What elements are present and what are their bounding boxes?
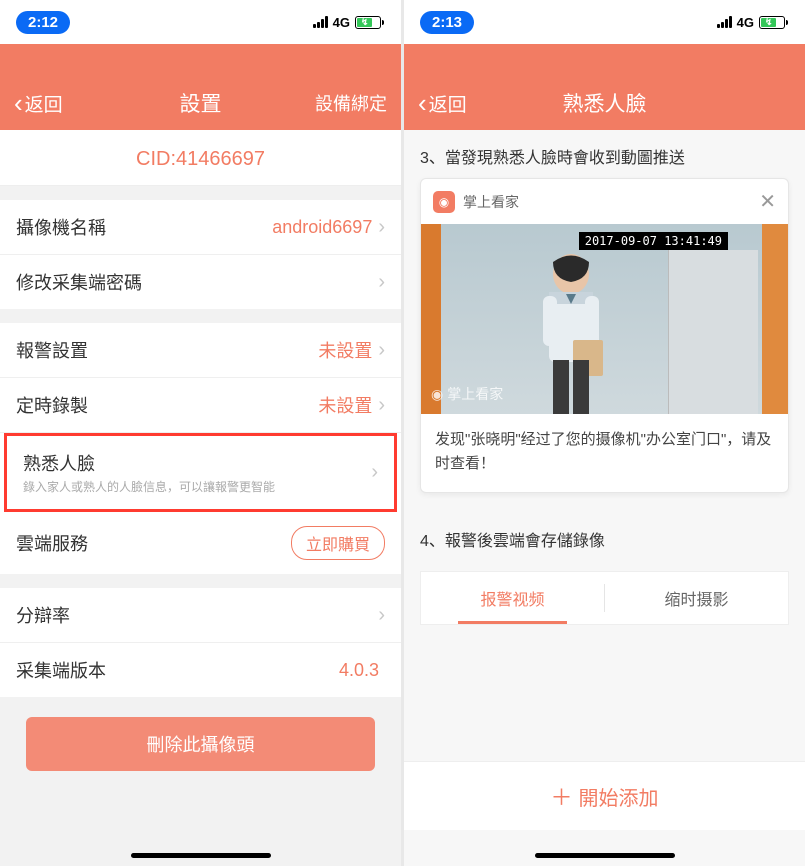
tab-alarm-video[interactable]: 报警视频 [421,572,604,624]
section-4-label: 4、報警後雲端會存儲錄像 [404,513,805,561]
notification-card: ◉ 掌上看家 ✕ [420,178,789,493]
bind-device-link[interactable]: 設備綁定 [315,90,387,116]
chevron-left-icon: ‹ [14,90,23,116]
home-indicator[interactable] [535,853,675,858]
chevron-right-icon: › [378,604,385,627]
back-button[interactable]: ‹ 返回 [418,90,467,117]
chevron-right-icon: › [378,271,385,294]
section-3-label: 3、當發現熟悉人臉時會收到動圖推送 [404,130,805,178]
battery-icon: ↯ [759,16,785,29]
buy-now-button[interactable]: 立即購買 [291,526,385,560]
row-value: 4.0.3 [106,660,385,681]
chevron-left-icon: ‹ [418,90,427,116]
back-label: 返回 [25,90,63,117]
row-label: 定時錄製 [16,392,88,418]
row-label: 修改采集端密碼 [16,269,142,295]
back-label: 返回 [429,90,467,117]
status-bar: 2:12 4G ↯ [0,0,401,44]
record-row[interactable]: 定時錄製 未設置 › [0,378,401,433]
row-value: android6697 [106,217,378,238]
signal-icon [717,16,732,28]
close-icon[interactable]: ✕ [759,189,776,214]
chevron-right-icon: › [371,461,378,484]
row-label: 雲端服務 [16,530,88,556]
tab-timelapse[interactable]: 缩时摄影 [605,572,788,624]
status-time: 2:12 [16,11,70,34]
face-row[interactable]: 熟悉人臉 錄入家人或熟人的人臉信息，可以讓報警更智能 › [7,436,394,509]
card-header: ◉ 掌上看家 ✕ [421,179,788,224]
row-label: 采集端版本 [16,657,106,683]
row-label: 熟悉人臉 [23,450,371,476]
status-right: 4G ↯ [717,15,785,30]
card-image: 2017-09-07 13:41:49 ◉ 掌上看家 [421,224,788,414]
status-right: 4G ↯ [313,15,381,30]
row-value: 未設置 [88,337,378,363]
cloud-row[interactable]: 雲端服務 立即購買 [0,512,401,574]
alarm-row[interactable]: 報警設置 未設置 › [0,323,401,378]
resolution-row[interactable]: 分辯率 › [0,588,401,643]
cid-label: CID:41466697 [0,130,401,186]
app-icon: ◉ [433,191,455,213]
back-button[interactable]: ‹ 返回 [14,90,63,117]
card-text: 发现"张晓明"经过了您的摄像机"办公室门口"，请及时查看！ [421,414,788,492]
chevron-right-icon: › [378,394,385,417]
row-value: 未設置 [88,392,378,418]
version-row: 采集端版本 4.0.3 [0,643,401,697]
chevron-right-icon: › [378,216,385,239]
face-row-highlight: 熟悉人臉 錄入家人或熟人的人臉信息，可以讓報警更智能 › [4,433,397,512]
settings-screen: 2:12 4G ↯ ‹ 返回 設置 設備綁定 CID:41466697 攝像機名… [0,0,401,866]
familiar-face-screen: 2:13 4G ↯ ‹ 返回 熟悉人臉 3、當發現熟悉人臉時會收到動圖推送 ◉ … [404,0,805,866]
battery-icon: ↯ [355,16,381,29]
start-add-button[interactable]: ＋開始添加 [404,761,805,830]
status-bar: 2:13 4G ↯ [404,0,805,44]
camera-name-row[interactable]: 攝像機名稱 android6697 › [0,200,401,255]
video-tabs: 报警视频 缩时摄影 [420,571,789,625]
password-row[interactable]: 修改采集端密碼 › [0,255,401,309]
timestamp-overlay: 2017-09-07 13:41:49 [579,232,728,250]
network-label: 4G [333,15,350,30]
watermark-icon: ◉ [431,386,443,403]
delete-camera-button[interactable]: 刪除此攝像頭 [26,717,375,771]
row-label: 攝像機名稱 [16,214,106,240]
signal-icon [313,16,328,28]
app-name: 掌上看家 [463,192,751,212]
status-time: 2:13 [420,11,474,34]
row-subtitle: 錄入家人或熟人的人臉信息，可以讓報警更智能 [23,478,371,495]
row-label: 分辯率 [16,602,70,628]
plus-icon: ＋ [550,785,572,810]
watermark: ◉ 掌上看家 [431,384,503,404]
chevron-right-icon: › [378,339,385,362]
header: ‹ 返回 設置 設備綁定 [0,76,401,130]
network-label: 4G [737,15,754,30]
home-indicator[interactable] [131,853,271,858]
header: ‹ 返回 熟悉人臉 [404,76,805,130]
person-illustration [501,244,641,414]
row-label: 報警設置 [16,337,88,363]
